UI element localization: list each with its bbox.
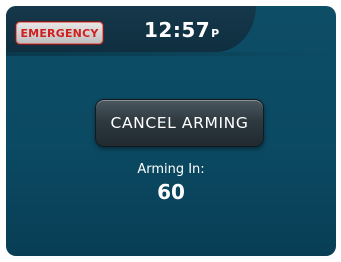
- clock: 12:57 P: [144, 18, 219, 46]
- emergency-button[interactable]: EMERGENCY: [15, 21, 104, 45]
- clock-ampm: P: [211, 27, 220, 40]
- device-frame: EMERGENCY 12:57 P CANCEL ARMING Arming I…: [0, 0, 341, 262]
- status-bar-shadow: [6, 52, 336, 56]
- touchscreen: EMERGENCY 12:57 P CANCEL ARMING Arming I…: [6, 6, 336, 256]
- clock-time: 12:57: [144, 18, 211, 42]
- emergency-button-label: EMERGENCY: [20, 26, 99, 40]
- arming-in-label: Arming In:: [137, 162, 205, 177]
- cancel-arming-label: CANCEL ARMING: [110, 114, 249, 132]
- arming-countdown: 60: [157, 180, 185, 204]
- cancel-arming-button[interactable]: CANCEL ARMING: [95, 99, 264, 147]
